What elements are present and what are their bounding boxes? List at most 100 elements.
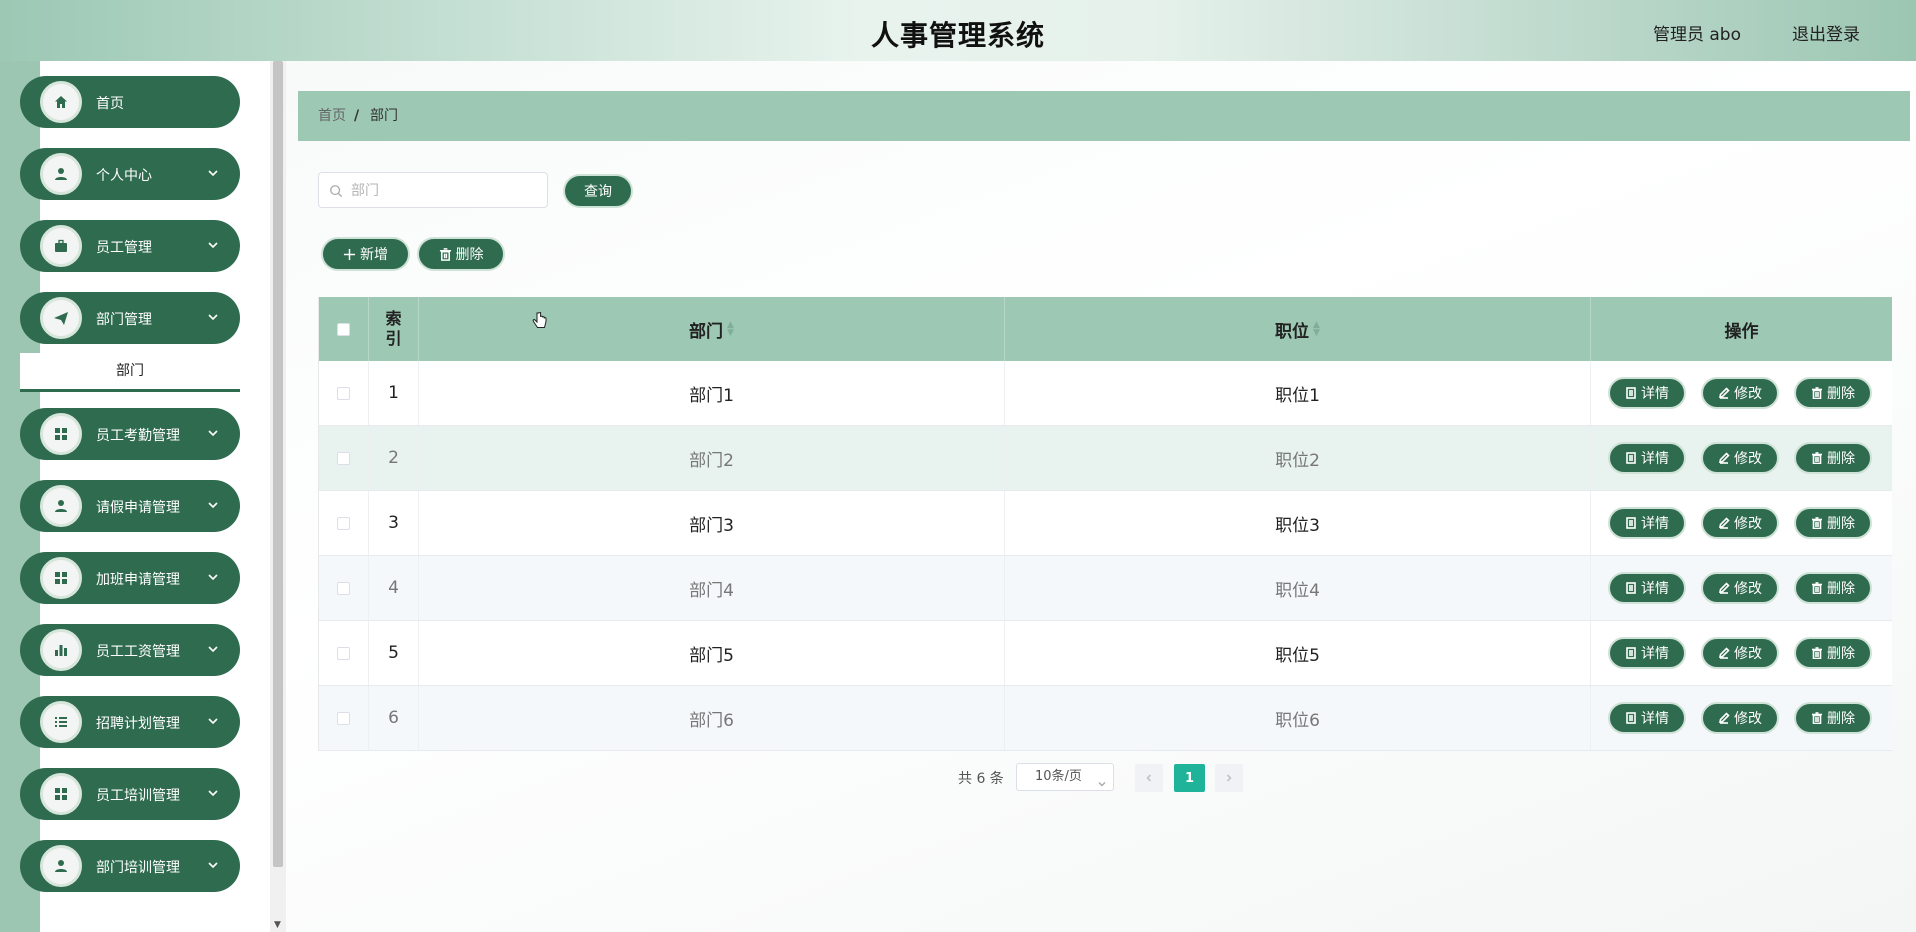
hand-cursor-icon [532,312,547,328]
sidebar-item-5[interactable]: 请假申请管理 [20,480,240,532]
detail-button[interactable]: 详情 [1608,377,1686,409]
sidebar-item-label: 首页 [96,96,124,112]
header-dept[interactable]: 部门 ▲ ▼ [419,297,1005,361]
edit-button[interactable]: 修改 [1701,442,1779,474]
header-index: 索引 [369,297,419,361]
scrollbar-thumb[interactable] [273,61,283,867]
delete-button[interactable]: 删除 [1794,637,1872,669]
breadcrumb: 首页 / 部门 [298,91,1910,141]
row-index: 3 [369,491,419,555]
add-button-label: 新增 [360,247,388,263]
scroll-down-arrow-icon[interactable]: ▼ [274,920,281,930]
select-all-checkbox[interactable] [337,322,350,336]
table-row[interactable]: 6 部门6 职位6 详情 修改 删除 [319,686,1892,751]
table-row[interactable]: 5 部门5 职位5 详情 修改 删除 [319,621,1892,686]
sidebar-item-9[interactable]: 员工培训管理 [20,768,240,820]
bulk-delete-button[interactable]: 删除 [417,237,505,271]
delete-button[interactable]: 删除 [1794,377,1872,409]
page-size-select[interactable]: 10条/页 [1016,763,1114,791]
row-index: 6 [369,686,419,750]
search-icon [329,183,343,198]
table-row[interactable]: 3 部门3 职位3 详情 修改 删除 [319,491,1892,556]
sidebar-item-3[interactable]: 部门管理 [20,292,240,344]
row-checkbox[interactable] [337,451,350,465]
detail-button[interactable]: 详情 [1608,572,1686,604]
add-button[interactable]: 新增 [321,237,410,271]
sidebar-item-label: 请假申请管理 [96,500,180,516]
sidebar-item-label: 员工培训管理 [96,788,180,804]
delete-button[interactable]: 删除 [1794,702,1872,734]
delete-button[interactable]: 删除 [1794,572,1872,604]
detail-button[interactable]: 详情 [1608,442,1686,474]
row-actions: 详情 修改 删除 [1591,686,1892,750]
row-position: 职位1 [1005,361,1591,425]
row-checkbox[interactable] [337,646,350,660]
delete-button[interactable]: 删除 [1794,507,1872,539]
trash-icon [1812,647,1822,659]
table-row[interactable]: 4 部门4 职位4 详情 修改 删除 [319,556,1892,621]
sort-icon[interactable]: ▲ ▼ [1313,321,1320,338]
pencil-icon [1718,517,1730,529]
row-checkbox[interactable] [337,386,350,400]
row-checkbox[interactable] [337,581,350,595]
next-page-button[interactable] [1215,764,1243,792]
edit-button[interactable]: 修改 [1701,702,1779,734]
edit-button[interactable]: 修改 [1701,637,1779,669]
sidebar-item-label: 员工工资管理 [96,644,180,660]
edit-button[interactable]: 修改 [1701,377,1779,409]
edit-button[interactable]: 修改 [1701,572,1779,604]
edit-button[interactable]: 修改 [1701,507,1779,539]
sidebar-item-2[interactable]: 员工管理 [20,220,240,272]
sidebar-item-0[interactable]: 首页 [20,76,240,128]
logout-link[interactable]: 退出登录 [1792,20,1860,45]
header-actions: 操作 [1591,297,1892,361]
sort-icon[interactable]: ▲ ▼ [727,321,734,338]
detail-button-label: 详情 [1641,711,1669,727]
sidebar-scrollbar[interactable]: ▼ [270,61,286,932]
sidebar-item-label: 加班申请管理 [96,572,180,588]
top-header: 人事管理系统 管理员 abo 退出登录 [0,0,1916,61]
sidebar-item-6[interactable]: 加班申请管理 [20,552,240,604]
sidebar-item-8[interactable]: 招聘计划管理 [20,696,240,748]
detail-button[interactable]: 详情 [1608,637,1686,669]
pencil-icon [1718,452,1730,464]
detail-button-label: 详情 [1641,386,1669,402]
sidebar-item-label: 招聘计划管理 [96,716,180,732]
header-position[interactable]: 职位 ▲ ▼ [1005,297,1591,361]
delete-button-label: 删除 [1827,516,1855,532]
row-select-cell [319,621,369,685]
table-body: 1 部门1 职位1 详情 修改 删除 2 部门2 职位2 详情 修改 删除 3 部门3 职位3 详情 修改 删除 4… [319,361,1892,751]
sidebar-item-10[interactable]: 部门培训管理 [20,840,240,892]
row-checkbox[interactable] [337,516,350,530]
sidebar-item-7[interactable]: 员工工资管理 [20,624,240,676]
detail-button[interactable]: 详情 [1608,702,1686,734]
document-icon [1626,582,1636,594]
header-dept-label: 部门 [689,321,724,342]
user-icon [40,845,82,887]
delete-button[interactable]: 删除 [1794,442,1872,474]
document-icon [1626,452,1636,464]
search-input[interactable] [349,179,543,203]
sidebar-item-label: 个人中心 [96,168,152,184]
page-1-button[interactable]: 1 [1174,764,1205,792]
sidebar-item-1[interactable]: 个人中心 [20,148,240,200]
table-row[interactable]: 1 部门1 职位1 详情 修改 删除 [319,361,1892,426]
delete-button-label: 删除 [1827,386,1855,402]
sidebar-subitem[interactable]: 部门 [20,353,240,392]
sidebar-item-4[interactable]: 员工考勤管理 [20,408,240,460]
row-index: 5 [369,621,419,685]
delete-button-label: 删除 [1827,581,1855,597]
header-index-label: 索引 [385,309,402,348]
row-checkbox[interactable] [337,711,350,725]
trash-icon [1812,452,1822,464]
prev-page-button[interactable] [1135,764,1163,792]
search-button[interactable]: 查询 [563,174,633,208]
pencil-icon [1718,647,1730,659]
table-row[interactable]: 2 部门2 职位2 详情 修改 删除 [319,426,1892,491]
search-field[interactable] [318,172,548,208]
breadcrumb-home[interactable]: 首页 [318,91,346,141]
detail-button[interactable]: 详情 [1608,507,1686,539]
row-select-cell [319,686,369,750]
row-select-cell [319,491,369,555]
row-position: 职位6 [1005,686,1591,750]
